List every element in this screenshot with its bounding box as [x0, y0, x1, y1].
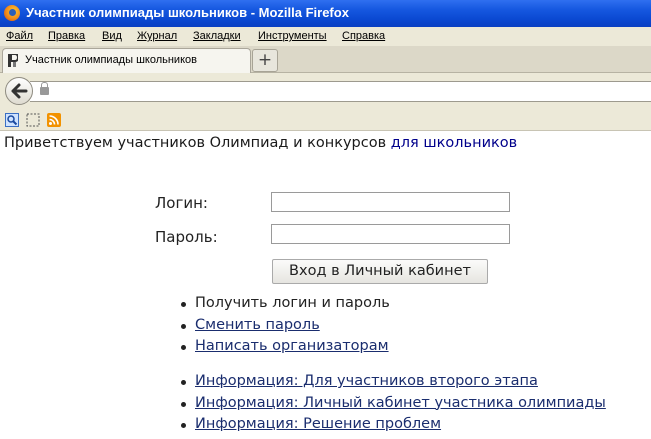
info-second-stage-link[interactable]: Информация: Для участников второго этапа: [195, 373, 538, 389]
back-button[interactable]: [5, 77, 33, 105]
window-title: Участник олимпиады школьников - Mozilla …: [26, 5, 349, 20]
bookmarks-toolbar: [0, 108, 651, 131]
menu-file[interactable]: Файл: [6, 30, 33, 42]
welcome-link[interactable]: для школьников: [391, 135, 517, 151]
account-links-list: Получить логин и пароль Сменить пароль Н…: [180, 295, 390, 360]
selection-icon[interactable]: [26, 113, 40, 127]
rss-feed-icon[interactable]: [47, 113, 61, 127]
menu-edit[interactable]: Правка: [48, 30, 85, 42]
search-page-icon[interactable]: [5, 113, 19, 127]
menu-history[interactable]: Журнал: [137, 30, 177, 42]
welcome-heading: Приветствуем участников Олимпиад и конку…: [4, 135, 517, 151]
window-titlebar: Участник олимпиады школьников - Mozilla …: [0, 0, 651, 27]
bullet-icon: [181, 323, 186, 329]
tab-title: Участник олимпиады школьников: [25, 54, 197, 66]
bullet-icon: [181, 302, 186, 307]
menu-help[interactable]: Справка: [342, 30, 385, 42]
info-troubleshooting-link[interactable]: Информация: Решение проблем: [195, 416, 441, 432]
back-arrow-icon: [11, 83, 28, 99]
navigation-toolbar: [0, 73, 651, 108]
contact-organizers-link[interactable]: Написать организаторам: [195, 338, 389, 354]
list-item: Сменить пароль: [180, 317, 390, 339]
page-content: Приветствуем участников Олимпиад и конку…: [0, 131, 651, 439]
bullet-icon: [181, 401, 186, 407]
change-password-link[interactable]: Сменить пароль: [195, 317, 320, 333]
login-submit-button[interactable]: Вход в Личный кабинет: [272, 259, 488, 284]
password-field[interactable]: [271, 224, 510, 244]
menu-bar: Файл Правка Вид Журнал Закладки Инструме…: [0, 27, 651, 46]
list-item: Информация: Для участников второго этапа: [180, 373, 606, 395]
new-tab-button[interactable]: +: [252, 49, 278, 72]
get-credentials-text: Получить логин и пароль: [195, 295, 390, 311]
list-item: Информация: Решение проблем: [180, 416, 606, 438]
info-links-list: Информация: Для участников второго этапа…: [180, 373, 606, 438]
firefox-logo-icon: [4, 5, 20, 21]
login-field[interactable]: [271, 192, 510, 212]
menu-bookmarks[interactable]: Закладки: [193, 30, 241, 42]
info-personal-cabinet-link[interactable]: Информация: Личный кабинет участника оли…: [195, 395, 606, 411]
lock-icon: [40, 82, 49, 95]
list-item: Информация: Личный кабинет участника оли…: [180, 395, 606, 417]
menu-tools[interactable]: Инструменты: [258, 30, 327, 42]
bullet-icon: [181, 423, 186, 428]
bullet-icon: [181, 345, 186, 350]
bullet-icon: [181, 380, 186, 385]
list-item: Получить логин и пароль: [180, 295, 390, 317]
tab-active[interactable]: Участник олимпиады школьников: [2, 48, 251, 73]
page-favicon-icon: [8, 54, 18, 67]
welcome-text: Приветствуем участников Олимпиад и конку…: [4, 135, 391, 151]
login-label: Логин:: [155, 194, 208, 212]
password-label: Пароль:: [155, 228, 218, 246]
menu-view[interactable]: Вид: [102, 30, 122, 42]
url-bar[interactable]: [30, 81, 651, 102]
tab-strip: Участник олимпиады школьников +: [0, 46, 651, 73]
list-item: Написать организаторам: [180, 338, 390, 360]
